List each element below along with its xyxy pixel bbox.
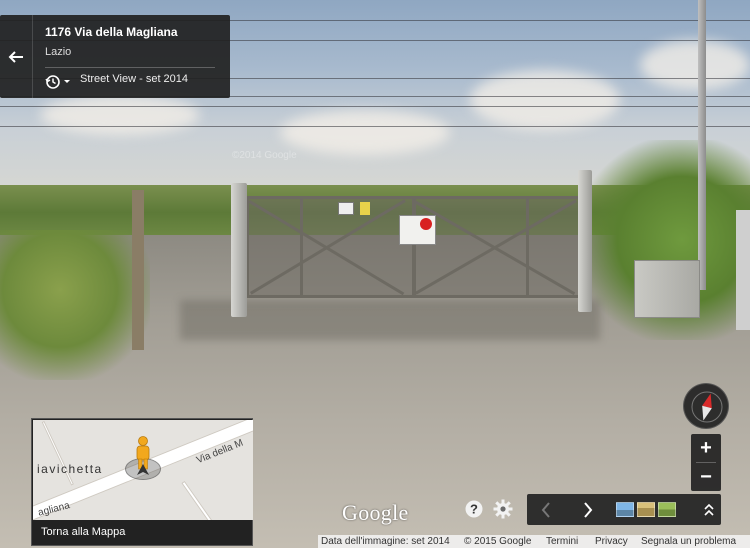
copyright: © 2015 Google xyxy=(464,536,532,547)
caret-down-icon xyxy=(64,80,70,83)
previous-photo-button[interactable] xyxy=(527,494,565,525)
expand-photos-button[interactable] xyxy=(697,494,721,525)
google-logo: Google xyxy=(342,500,409,525)
photo-thumbnail[interactable] xyxy=(658,502,676,517)
map-road xyxy=(181,480,237,520)
help-icon[interactable]: ? xyxy=(464,499,484,519)
fence-post xyxy=(132,190,144,350)
history-clock-icon xyxy=(45,75,60,89)
photo-thumbnail[interactable] xyxy=(616,502,634,517)
gate-bar xyxy=(526,196,529,298)
image-date: Data dell'immagine: set 2014 xyxy=(321,536,450,547)
cloud xyxy=(280,110,450,155)
privacy-link[interactable]: Privacy xyxy=(595,536,628,547)
attribution-footer: Data dell'immagine: set 2014 © 2015 Goog… xyxy=(318,535,750,548)
chevron-right-icon xyxy=(584,501,593,518)
terms-link[interactable]: Termini xyxy=(546,536,578,547)
back-button[interactable] xyxy=(0,15,33,98)
electrical-cabinet xyxy=(634,260,700,318)
concrete-pillar xyxy=(736,210,750,330)
gate-number-plate xyxy=(338,202,354,215)
region-label: Lazio xyxy=(45,46,72,58)
map-place-label: iavichetta xyxy=(37,462,103,476)
gate-post-left xyxy=(231,183,247,317)
street-view-date: Street View - set 2014 xyxy=(80,73,189,85)
gate-post-right xyxy=(578,170,592,312)
direction-arrow-icon xyxy=(137,464,149,475)
compass-control[interactable] xyxy=(683,383,729,429)
zoom-control: + − xyxy=(691,434,721,491)
warning-sign xyxy=(360,202,370,215)
mini-map-canvas[interactable]: Via della M agliana iavichetta xyxy=(33,420,253,520)
back-to-map-link[interactable]: Torna alla Mappa xyxy=(41,526,125,538)
photo-thumbnail[interactable] xyxy=(637,502,655,517)
utility-pole xyxy=(698,0,706,290)
double-chevron-up-icon xyxy=(704,503,714,516)
arrow-left-icon xyxy=(8,50,23,63)
gate-bar xyxy=(300,196,303,298)
location-info-card: 1176 Via della Magliana Lazio Street Vie… xyxy=(0,15,230,98)
chevron-left-icon xyxy=(541,501,550,518)
address-title: 1176 Via della Magliana xyxy=(45,25,178,39)
photo-film-strip xyxy=(527,494,721,525)
mini-map: Via della M agliana iavichetta Torna all… xyxy=(31,418,253,546)
zoom-in-button[interactable]: + xyxy=(691,434,721,462)
cloud xyxy=(640,40,750,90)
no-entry-symbol xyxy=(420,218,432,230)
divider xyxy=(45,67,215,68)
imagery-watermark: ©2014 Google xyxy=(232,150,297,161)
time-machine-button[interactable] xyxy=(45,73,73,91)
next-photo-button[interactable] xyxy=(569,494,607,525)
power-line xyxy=(0,106,750,107)
grass-left xyxy=(0,230,150,380)
zoom-out-button[interactable]: − xyxy=(691,463,721,491)
gear-icon[interactable] xyxy=(492,498,514,520)
cloud xyxy=(40,95,200,135)
report-problem-link[interactable]: Segnala un problema xyxy=(641,536,736,547)
help-glyph: ? xyxy=(470,502,478,517)
gate-bar xyxy=(412,196,416,298)
cloud xyxy=(470,70,620,130)
compass-icon xyxy=(691,391,723,423)
power-line xyxy=(0,126,750,127)
